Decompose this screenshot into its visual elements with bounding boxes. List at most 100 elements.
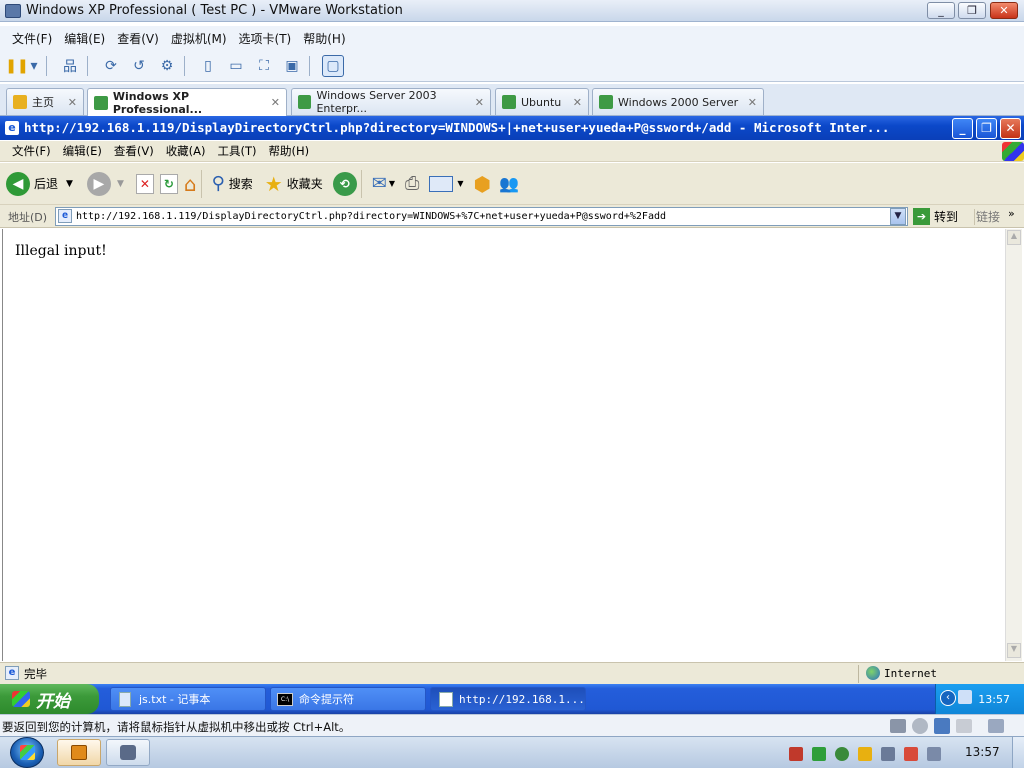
- taskbar-cmd[interactable]: C:\ 命令提示符: [270, 687, 426, 711]
- scroll-down-icon[interactable]: ▼: [1007, 643, 1021, 658]
- zone-label: Internet: [884, 667, 937, 680]
- revert-snapshot-icon[interactable]: ↺: [128, 55, 150, 77]
- close-tab-icon[interactable]: ✕: [271, 96, 280, 109]
- tray-expand-icon[interactable]: ‹: [940, 690, 956, 706]
- taskbar-label: http://192.168.1...: [459, 692, 585, 706]
- pause-dropdown-icon[interactable]: ▾: [28, 55, 40, 77]
- network-icon[interactable]: 品: [59, 55, 81, 77]
- ie-close-button[interactable]: ✕: [1000, 118, 1021, 139]
- edit-dropdown-icon[interactable]: ▼: [457, 179, 463, 188]
- ie-menu-file[interactable]: 文件(F): [12, 143, 51, 159]
- system-tray: ‹ 13:57: [935, 684, 1024, 714]
- hard-disk-icon: [890, 719, 906, 733]
- stop-button[interactable]: ✕: [135, 169, 154, 199]
- menu-help[interactable]: 帮助(H): [303, 30, 345, 47]
- menu-edit[interactable]: 编辑(E): [64, 30, 105, 47]
- status-text: 完毕: [24, 667, 47, 681]
- history-button[interactable]: ⟲: [332, 169, 357, 199]
- volume-tray-icon[interactable]: [927, 747, 941, 761]
- unity-icon[interactable]: ▣: [281, 55, 303, 77]
- messenger-button[interactable]: 👥: [499, 169, 519, 199]
- windows-orb-button[interactable]: [10, 737, 44, 768]
- address-input[interactable]: e http://192.168.1.119/DisplayDirectoryC…: [55, 207, 908, 226]
- ie-menu-view[interactable]: 查看(V): [114, 143, 154, 159]
- tab-label: 主页: [32, 96, 54, 109]
- close-tab-icon[interactable]: ✕: [573, 96, 582, 109]
- maximize-button[interactable]: ❐: [958, 2, 986, 19]
- edit-button[interactable]: ▼: [429, 169, 464, 199]
- pause-icon[interactable]: ❚❚: [5, 55, 28, 77]
- sidebar-view-icon[interactable]: ▯: [197, 55, 219, 77]
- close-button[interactable]: ✕: [990, 2, 1018, 19]
- ie-menu-edit[interactable]: 编辑(E): [63, 143, 102, 159]
- menu-tabs[interactable]: 选项卡(T): [239, 30, 292, 47]
- taskbar-ie[interactable]: http://192.168.1...: [430, 687, 586, 711]
- chevron-right-icon[interactable]: »: [1008, 207, 1015, 220]
- network-tray-icon[interactable]: [958, 690, 972, 704]
- ie-window-title: http://192.168.1.119/DisplayDirectoryCtr…: [24, 120, 890, 135]
- close-tab-icon[interactable]: ✕: [748, 96, 757, 109]
- ie-minimize-button[interactable]: _: [952, 118, 973, 139]
- network-tray-icon[interactable]: [904, 747, 918, 761]
- taskbar-notepad[interactable]: js.txt - 记事本: [110, 687, 266, 711]
- tab-windows-xp[interactable]: Windows XP Professional... ✕: [87, 88, 287, 116]
- discuss-button[interactable]: ⬢: [474, 169, 491, 199]
- back-dropdown-icon[interactable]: ▼: [66, 179, 73, 189]
- ie-toolbar: ◀ 后退 ▼ ▶ ▼ ✕ ↻ ⌂ ⚲ 搜索 ★ 收藏夹 ⟲ ✉ ▼ ⎙ ▼ ⬢ 👥: [0, 163, 1024, 205]
- ie-menu-favorites[interactable]: 收藏(A): [166, 143, 206, 159]
- home-button[interactable]: ⌂: [184, 169, 197, 199]
- message-log-icon[interactable]: [988, 719, 1004, 733]
- host-clock: 13:57: [965, 745, 1000, 759]
- mail-icon: ✉: [371, 173, 387, 194]
- back-button[interactable]: ◀ 后退 ▼: [6, 169, 73, 199]
- mail-button[interactable]: ✉ ▼: [372, 169, 395, 199]
- close-tab-icon[interactable]: ✕: [475, 96, 484, 109]
- close-tab-icon[interactable]: ✕: [68, 96, 77, 109]
- address-text: http://192.168.1.119/DisplayDirectoryCtr…: [76, 211, 667, 222]
- ie-menubar: 文件(F) 编辑(E) 查看(V) 收藏(A) 工具(T) 帮助(H): [0, 141, 1024, 162]
- tab-windows-2000[interactable]: Windows 2000 Server ✕: [592, 88, 764, 115]
- scroll-up-icon[interactable]: ▲: [1007, 230, 1021, 245]
- globe-icon: [866, 666, 880, 680]
- favorites-button[interactable]: ★ 收藏夹: [265, 169, 323, 199]
- update-tray-icon[interactable]: [858, 747, 872, 761]
- snapshot-manager-icon[interactable]: ⚙: [156, 55, 178, 77]
- ie-menu-help[interactable]: 帮助(H): [269, 143, 310, 159]
- snapshot-icon[interactable]: ⟳: [100, 55, 122, 77]
- menu-file[interactable]: 文件(F): [12, 30, 52, 47]
- host-taskbar-vmware[interactable]: [57, 739, 101, 766]
- vertical-scrollbar[interactable]: ▲ ▼: [1005, 229, 1022, 661]
- links-label[interactable]: 链接: [976, 208, 1000, 225]
- print-button[interactable]: ⎙: [405, 169, 419, 199]
- device-tray-icon[interactable]: [881, 747, 895, 761]
- refresh-button[interactable]: ↻: [159, 169, 178, 199]
- search-button[interactable]: ⚲ 搜索: [212, 169, 253, 199]
- forward-dropdown-icon[interactable]: ▼: [117, 179, 124, 189]
- menu-vm[interactable]: 虚拟机(M): [171, 30, 227, 47]
- host-taskbar-app[interactable]: [106, 739, 150, 766]
- fullscreen-icon[interactable]: ⛶: [253, 55, 275, 77]
- start-button[interactable]: 开始: [0, 684, 99, 714]
- sound-card-icon: [956, 719, 972, 733]
- address-dropdown-icon[interactable]: ▼: [890, 208, 906, 225]
- ie-menu-tools[interactable]: 工具(T): [218, 143, 257, 159]
- console-view-icon[interactable]: ▭: [225, 55, 247, 77]
- menu-view[interactable]: 查看(V): [117, 30, 159, 47]
- mail-dropdown-icon[interactable]: ▼: [389, 179, 395, 188]
- show-desktop-button[interactable]: [1012, 737, 1024, 768]
- shield-tray-icon[interactable]: [835, 747, 849, 761]
- vmware-status-bar: 要返回到您的计算机，请将鼠标指针从虚拟机中移出或按 Ctrl+Alt。: [0, 714, 1024, 736]
- tab-ubuntu[interactable]: Ubuntu ✕: [495, 88, 589, 115]
- quick-switch-icon[interactable]: ▢: [322, 54, 344, 77]
- tab-label: Ubuntu: [521, 95, 562, 109]
- ie-restore-button[interactable]: ❐: [976, 118, 997, 139]
- go-button[interactable]: ➔ 转到: [913, 207, 958, 226]
- forward-button[interactable]: ▶ ▼: [86, 169, 124, 199]
- tab-windows-server-2003[interactable]: Windows Server 2003 Enterpr... ✕: [291, 88, 491, 115]
- minimize-button[interactable]: _: [927, 2, 955, 19]
- star-icon: ★: [264, 171, 283, 196]
- tab-home[interactable]: 主页 ✕: [6, 88, 84, 115]
- status-tray-icon[interactable]: [812, 747, 826, 761]
- search-label: 搜索: [228, 177, 253, 191]
- security-tray-icon[interactable]: [789, 747, 803, 761]
